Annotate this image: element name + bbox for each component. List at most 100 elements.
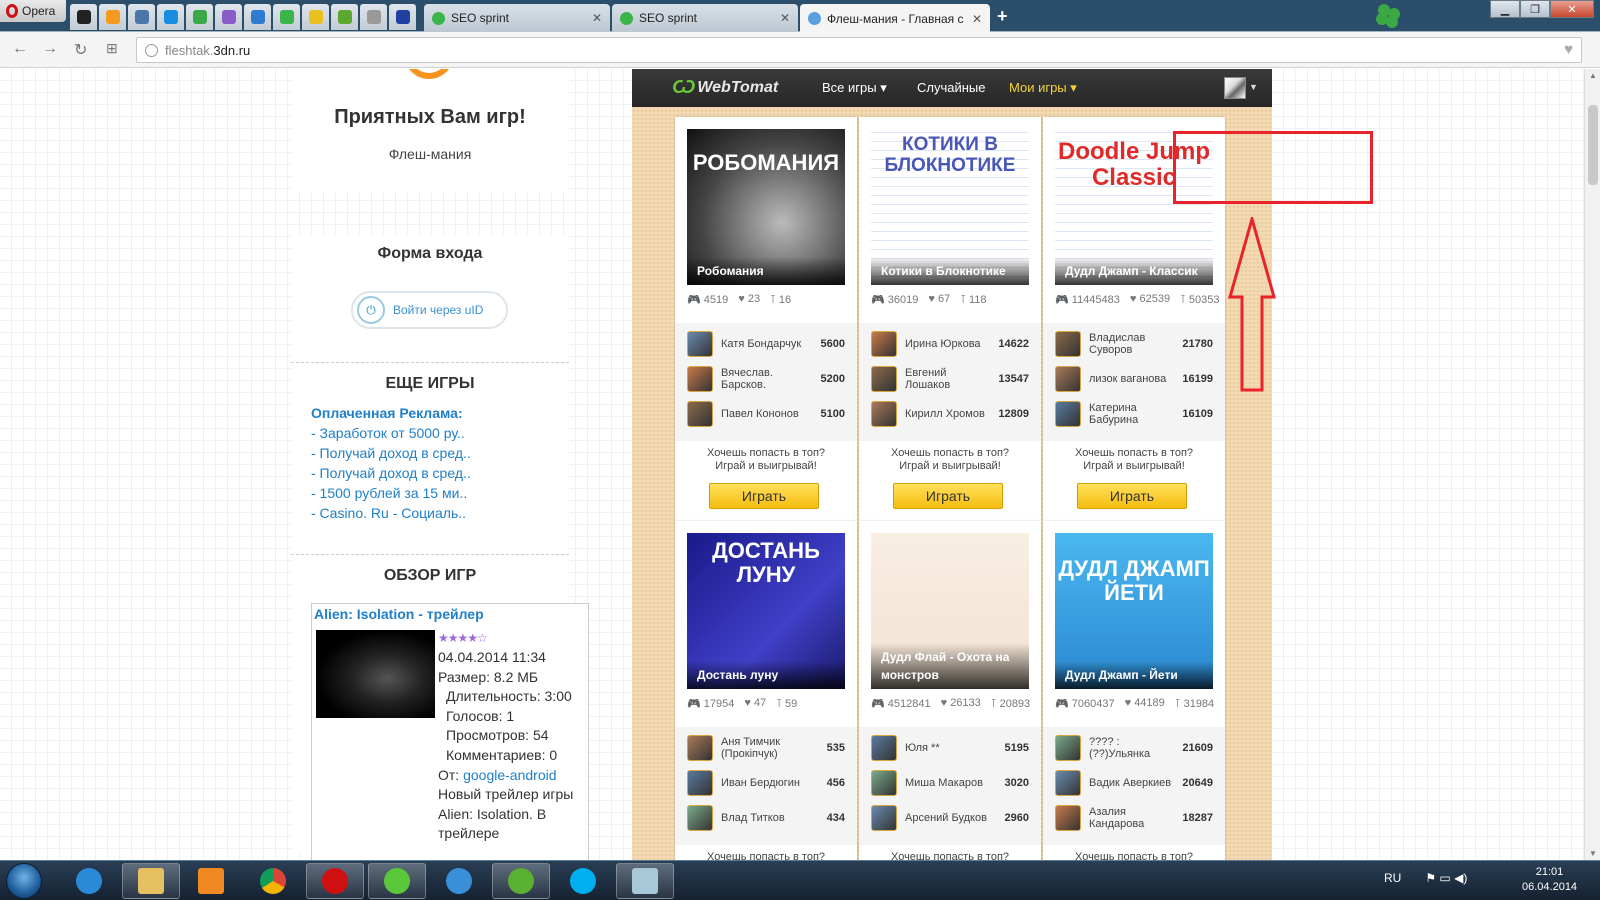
close-window-icon[interactable]: ✕	[1550, 0, 1594, 18]
leaderboard-row[interactable]: Юля ** 5195	[871, 733, 1029, 763]
taskbar-ie[interactable]	[60, 863, 118, 899]
webtomat-logo[interactable]: Ѡ WebTomat	[672, 77, 778, 98]
taskbar-skype[interactable]	[554, 863, 612, 899]
nav-all-games[interactable]: Все игры ▾	[822, 80, 887, 96]
url-input[interactable]: fleshtak.3dn.ru ♥	[136, 37, 1582, 63]
scroll-up-icon[interactable]: ▲	[1589, 71, 1597, 80]
leaderboard-row[interactable]: Азалия Кандарова 18287	[1055, 803, 1213, 833]
leaderboard-row[interactable]: Вячеслав. Барсков. 5200	[687, 364, 845, 394]
play-button[interactable]: Играть	[709, 483, 819, 509]
pinned-tab-messages[interactable]	[186, 4, 213, 30]
speed-dial-icon[interactable]: ⊞	[106, 40, 118, 57]
leaderboard-row[interactable]: Вадик Аверкиев 20649	[1055, 768, 1213, 798]
back-arrow-icon[interactable]: ←	[12, 40, 28, 58]
pinned-tab-app2[interactable]	[331, 4, 358, 30]
pinned-tab-clock[interactable]	[360, 4, 387, 30]
ad-link[interactable]: - Получай доход в сред..	[311, 463, 569, 483]
leaderboard-row[interactable]: Павел Кононов 5100	[687, 399, 845, 429]
leaderboard-row[interactable]: Катя Бондарчук 5600	[687, 329, 845, 359]
pinned-tab-mail[interactable]	[157, 4, 184, 30]
language-indicator[interactable]: RU	[1384, 871, 1401, 885]
review-thumbnail[interactable]	[316, 630, 435, 718]
forward-arrow-icon[interactable]: →	[42, 40, 58, 58]
game-image[interactable]: ДУДЛ ДЖАМП ЙЕТИ Дудл Джамп - Йети	[1055, 533, 1213, 689]
clock[interactable]: 21:01 06.04.2014	[1522, 865, 1577, 895]
leaderboard-row[interactable]: Кирилл Хромов 12809	[871, 399, 1029, 429]
game-image[interactable]: КОТИКИ В БЛОКНОТИКЕ Котики в Блокнотике	[871, 129, 1029, 285]
bookmark-heart-icon[interactable]: ♥	[1564, 41, 1573, 58]
leaderboard-row[interactable]: Аня Тимчик (Прокiпчук) 535	[687, 733, 845, 763]
taskbar-chrome[interactable]	[244, 863, 302, 899]
pinned-tab-triangle[interactable]	[389, 4, 416, 30]
ad-link[interactable]: - Заработок от 5000 ру..	[311, 423, 569, 443]
leaderboard-row[interactable]: Иван Бердюгин 456	[687, 768, 845, 798]
leaderboard-row[interactable]: Катерина Бабурина 16109	[1055, 399, 1213, 429]
tab-seo-sprint-1[interactable]: SEO sprint ✕	[424, 4, 610, 32]
leaderboard-row[interactable]: лизок ваганова 16199	[1055, 364, 1213, 394]
ad-link[interactable]: - Получай доход в сред..	[311, 443, 569, 463]
pinned-tab-odnoklassniki[interactable]	[99, 4, 126, 30]
leaderboard-row[interactable]: Ирина Юркова 14622	[871, 329, 1029, 359]
game-image[interactable]: ДОСТАНЬ ЛУНУ Достань луну	[687, 533, 845, 689]
opera-menu-label: Opera	[22, 4, 56, 18]
maximize-icon[interactable]: ❐	[1520, 0, 1550, 18]
uid-login-button[interactable]: ⏻ Войти через uID	[351, 291, 508, 329]
chrome-icon	[308, 10, 323, 24]
page-info-icon[interactable]	[145, 44, 158, 57]
pinned-tab-app[interactable]	[215, 4, 242, 30]
leaderboard: Ирина Юркова 14622 Евгений Лошаков 13547 Кир…	[859, 323, 1041, 441]
leaderboard-row[interactable]: Евгений Лошаков 13547	[871, 364, 1029, 394]
tops-value: 59	[785, 698, 798, 710]
opera-menu-button[interactable]: Opera	[0, 0, 66, 22]
pinned-tab-chrome[interactable]	[302, 4, 329, 30]
user-avatar[interactable]	[1224, 77, 1246, 99]
taskbar-opera[interactable]	[306, 863, 364, 899]
game-image[interactable]: РОБОМАНИЯ Робомания	[687, 129, 845, 285]
review-views: Просмотров: 54	[446, 727, 549, 744]
triangle-icon	[395, 10, 410, 24]
nav-random[interactable]: Случайные	[917, 80, 986, 95]
reload-icon[interactable]: ↻	[74, 40, 87, 60]
ad-header[interactable]: Оплаченная Реклама:	[311, 403, 569, 423]
game-image[interactable]: Дудл Флай - Охота на монстров	[871, 533, 1029, 689]
start-button[interactable]	[6, 863, 42, 899]
page-scrollbar[interactable]: ▲ ▼	[1584, 69, 1600, 860]
close-tab-icon[interactable]: ✕	[972, 12, 982, 26]
tray-icons[interactable]: ⚑ ▭ ◀)	[1425, 871, 1467, 885]
tab-flash-mania[interactable]: Флеш-мания - Главная с ✕	[800, 4, 990, 33]
scroll-thumb[interactable]	[1588, 105, 1598, 185]
taskbar-explorer[interactable]	[122, 863, 180, 899]
taskbar-notes[interactable]	[616, 863, 674, 899]
play-button[interactable]: Играть	[1077, 483, 1187, 509]
taskbar-media[interactable]	[182, 863, 240, 899]
taskbar-utorrent[interactable]	[492, 863, 550, 899]
leaderboard-row[interactable]: Владислав Суворов 21780	[1055, 329, 1213, 359]
game-stats: 🎮 4512841 ♥ 26133 ⊺ 20893	[871, 697, 1031, 710]
taskbar-icq[interactable]	[368, 863, 426, 899]
author-link[interactable]: google-android	[463, 767, 556, 783]
close-tab-icon[interactable]: ✕	[780, 11, 790, 25]
taskbar-app[interactable]	[430, 863, 488, 899]
tops-count: ⊺ 20893	[990, 698, 1031, 710]
leaderboard-row[interactable]: ???? :(??)Ульянка 21609	[1055, 733, 1213, 763]
leaderboard-row[interactable]: Влад Титков 434	[687, 803, 845, 833]
leaderboard-row[interactable]: Арсений Будков 2960	[871, 803, 1029, 833]
nav-my-games[interactable]: Мои игры ▾	[1009, 80, 1077, 96]
pinned-tab-vk[interactable]	[128, 4, 155, 30]
leaderboard-cta: Хочешь попасть в топ?Играй и выигрывай!	[859, 851, 1041, 860]
pinned-tab-seo[interactable]	[273, 4, 300, 30]
play-button[interactable]: Играть	[893, 483, 1003, 509]
scroll-down-icon[interactable]: ▼	[1589, 849, 1597, 858]
leaderboard-row[interactable]: Миша Макаров 3020	[871, 768, 1029, 798]
minimize-icon[interactable]: ▁	[1490, 0, 1520, 18]
ad-link[interactable]: - 1500 рублей за 15 ми..	[311, 483, 569, 503]
pinned-tab-stats[interactable]	[244, 4, 271, 30]
pinned-tab-music[interactable]	[70, 4, 97, 30]
new-tab-button[interactable]: +	[997, 6, 1008, 27]
close-tab-icon[interactable]: ✕	[592, 11, 602, 25]
tab-seo-sprint-2[interactable]: SEO sprint ✕	[612, 4, 798, 32]
ad-link[interactable]: - Casino. Ru - Социаль..	[311, 503, 569, 523]
review-item-title[interactable]: Alien: Isolation - трейлер	[314, 606, 484, 622]
avatar-dropdown-icon[interactable]: ▼	[1249, 82, 1258, 92]
player-name: Вадик Аверкиев	[1089, 777, 1172, 789]
